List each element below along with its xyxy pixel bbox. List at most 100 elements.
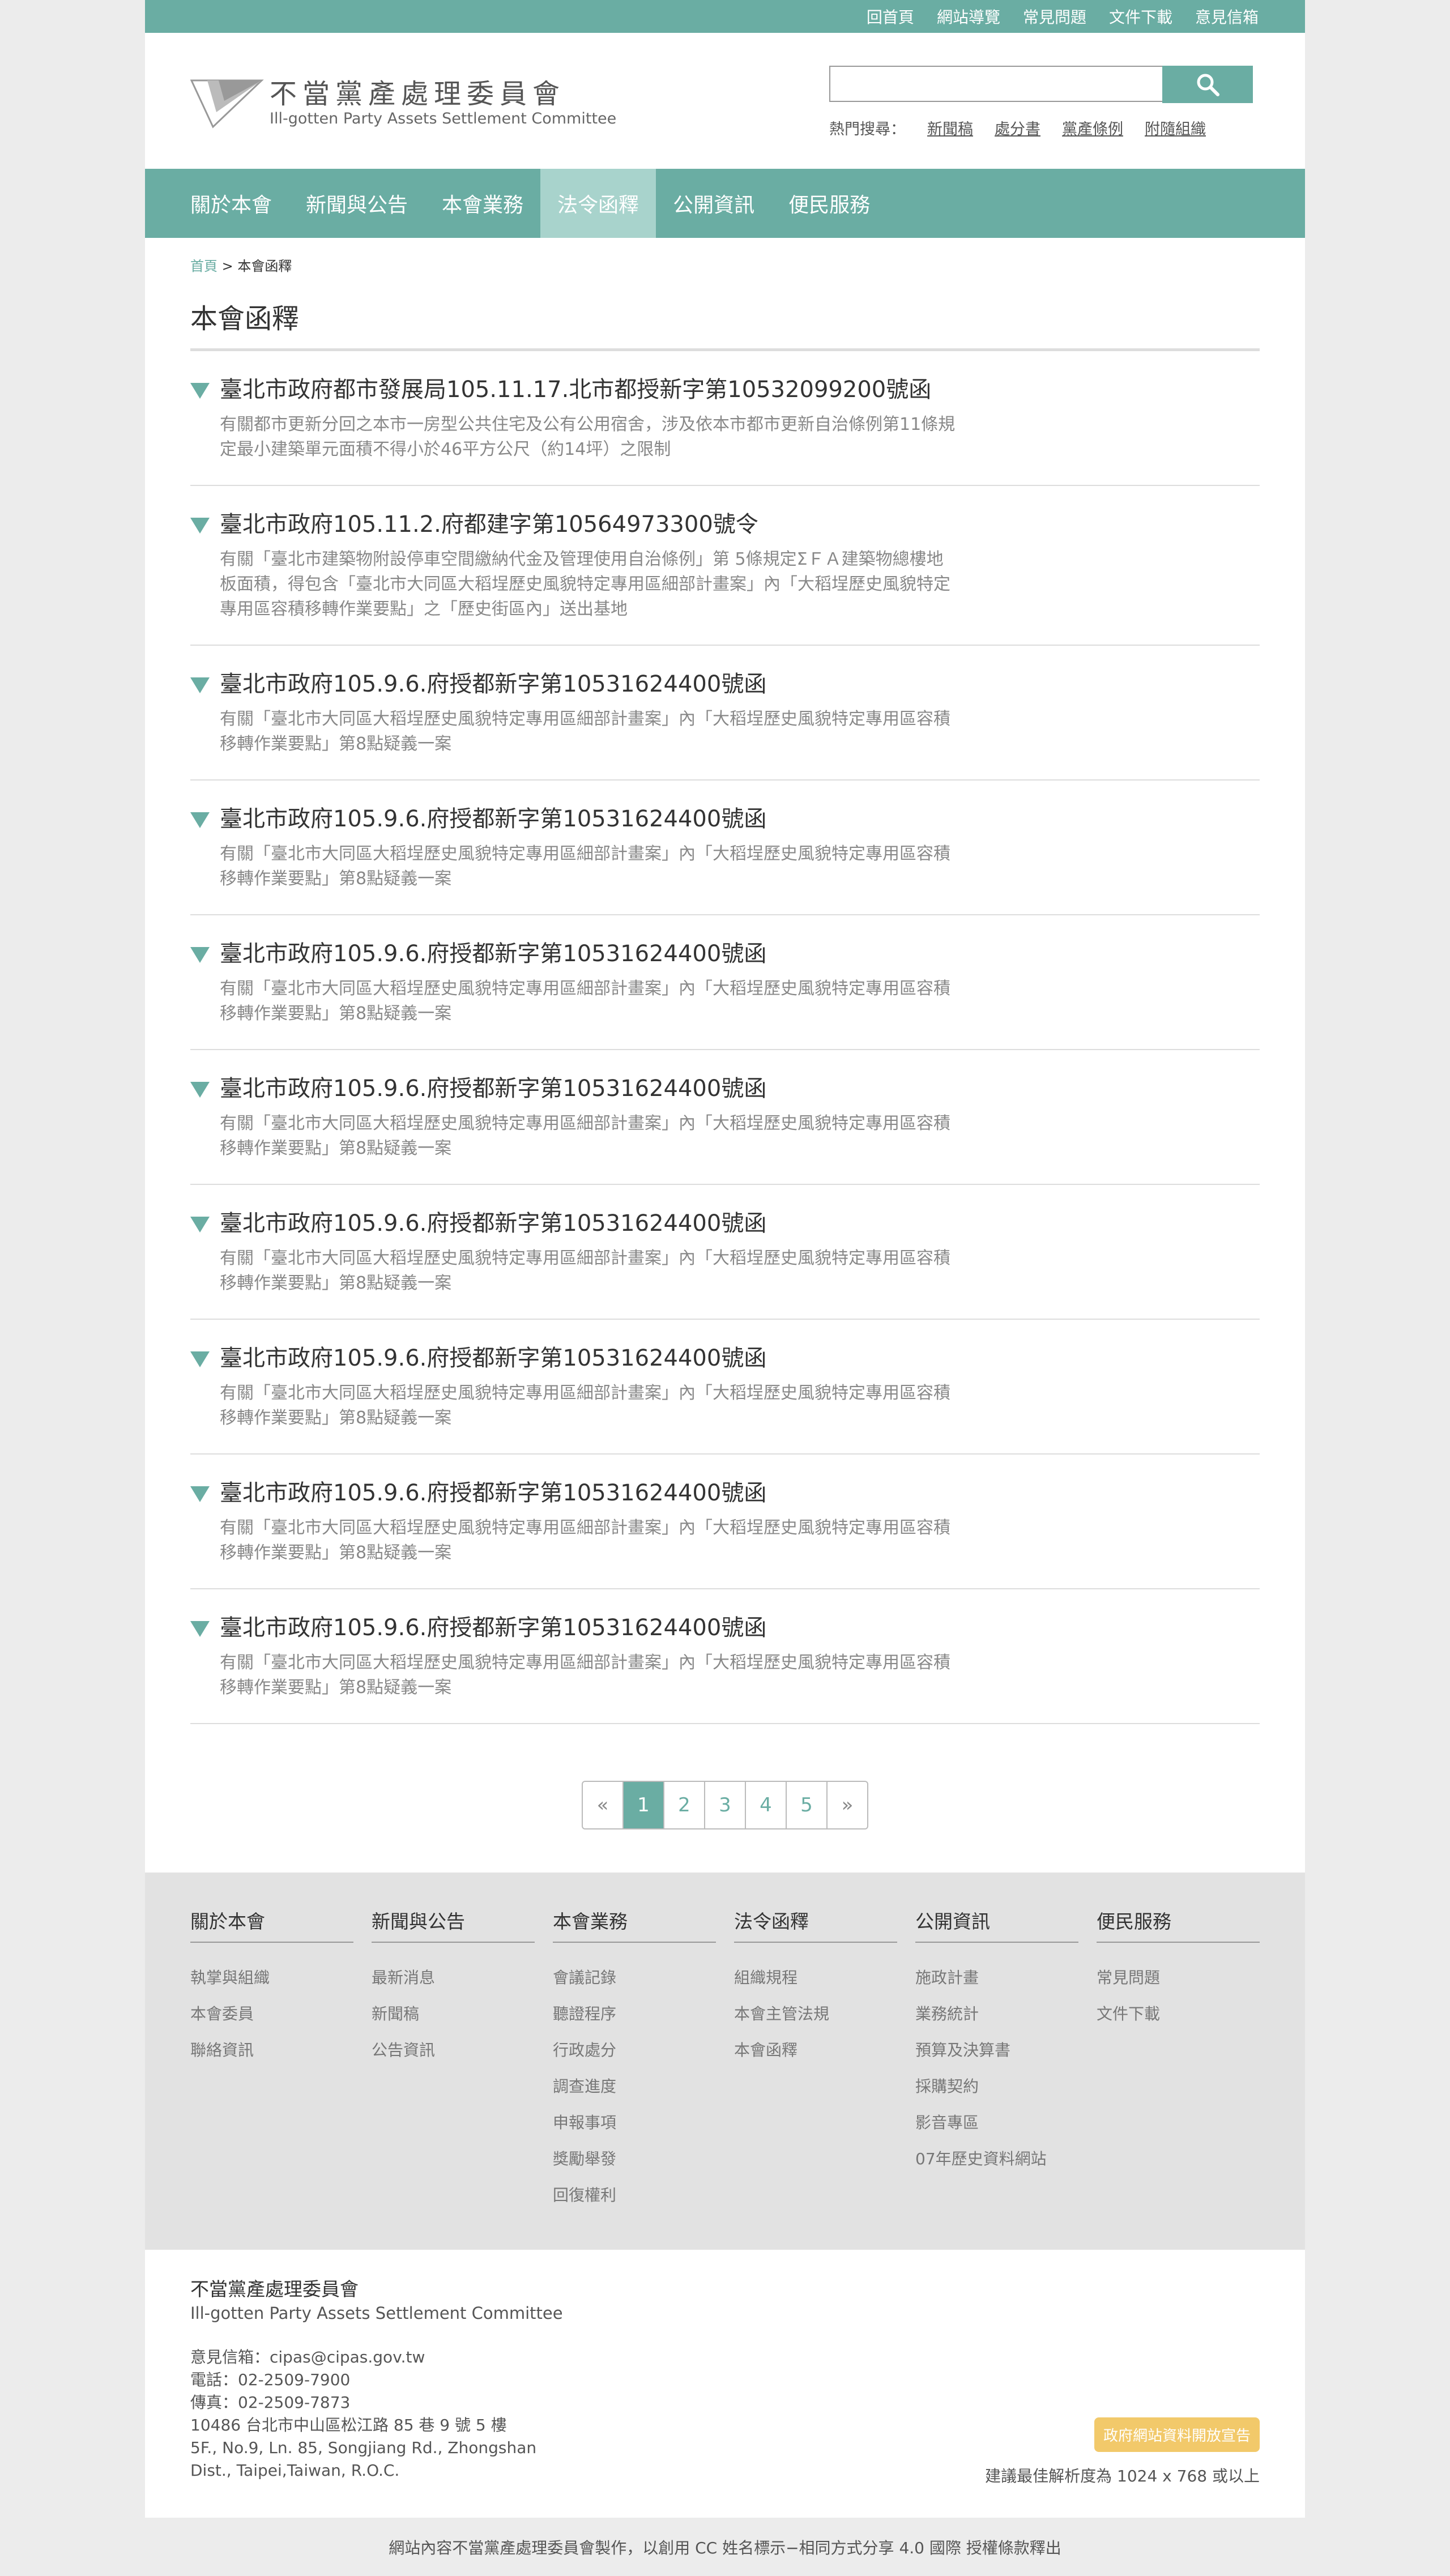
footer-contact-email: 意見信箱：cipas@cipas.gov.tw bbox=[190, 2348, 425, 2366]
logo-name-cn: 不當黨產處理委員會 bbox=[270, 78, 566, 110]
top-link-sitemap[interactable]: 網站導覽 bbox=[937, 5, 1000, 28]
sitemap-link[interactable]: 最新消息 bbox=[372, 1960, 535, 1996]
list-item-description: 有關「臺北市建築物附設停車空間繳納代金及管理使用自治條例」第 5條規定ΣＦＡ建築… bbox=[220, 549, 950, 619]
list-item-title[interactable]: 臺北市政府105.9.6.府授都新字第10531624400號函 bbox=[220, 938, 1260, 970]
sitemap-link[interactable]: 獎勵舉發 bbox=[553, 2141, 716, 2177]
sitemap-link[interactable]: 施政計畫 bbox=[915, 1960, 1078, 1996]
sitemap-link[interactable]: 文件下載 bbox=[1097, 1996, 1260, 2032]
hot-search-link[interactable]: 處分書 bbox=[995, 117, 1040, 139]
interpretation-list: 臺北市政府都市發展局105.11.17.北市都授新字第10532099200號函… bbox=[190, 351, 1260, 1724]
list-item-title[interactable]: 臺北市政府105.9.6.府授都新字第10531624400號函 bbox=[220, 1208, 1260, 1239]
list-item-description: 有關「臺北市大同區大稻埕歷史風貌特定專用區細部計畫案」內「大稻埕歷史風貌特定專用… bbox=[220, 1114, 950, 1158]
top-utility-bar: 回首頁 網站導覽 常見問題 文件下載 意見信箱 bbox=[145, 0, 1305, 33]
list-item-description: 有關「臺北市大同區大稻埕歷史風貌特定專用區細部計畫案」內「大稻埕歷史風貌特定專用… bbox=[220, 844, 950, 889]
page-title: 本會函釋 bbox=[190, 296, 1260, 351]
footer-contact-phone: 電話：02-2509-7900 bbox=[190, 2370, 351, 2389]
list-item-title[interactable]: 臺北市政府105.11.2.府都建字第10564973300號令 bbox=[220, 509, 1260, 540]
breadcrumb: 首頁 > 本會函釋 bbox=[190, 255, 1260, 275]
pagination-prev[interactable]: « bbox=[583, 1782, 624, 1828]
nav-item-business[interactable]: 本會業務 bbox=[425, 169, 540, 238]
hot-search: 熱門搜尋： 新聞稿 處分書 黨產條例 附隨組織 bbox=[829, 117, 1206, 139]
footer-org-name-en: Ill-gotten Party Assets Settlement Commi… bbox=[190, 2304, 563, 2323]
triangle-bullet-icon bbox=[190, 1621, 210, 1637]
sitemap-link[interactable]: 會議記錄 bbox=[553, 1960, 716, 1996]
sitemap-link[interactable]: 常見問題 bbox=[1097, 1960, 1260, 1996]
list-item: 臺北市政府105.9.6.府授都新字第10531624400號函 有關「臺北市大同… bbox=[190, 1185, 1260, 1320]
triangle-bullet-icon bbox=[190, 947, 210, 963]
hot-search-link[interactable]: 附隨組織 bbox=[1145, 117, 1206, 139]
sitemap-link[interactable]: 業務統計 bbox=[915, 1996, 1078, 2032]
pagination-next[interactable]: » bbox=[828, 1782, 867, 1828]
site-logo[interactable]: 不當黨產處理委員會 Ill-gotten Party Assets Settle… bbox=[190, 78, 616, 129]
pagination: « 1 2 3 4 5 » bbox=[190, 1781, 1260, 1829]
hot-search-link[interactable]: 新聞稿 bbox=[927, 117, 973, 139]
sitemap-link[interactable]: 執掌與組織 bbox=[190, 1960, 353, 1996]
list-item-description: 有關「臺北市大同區大稻埕歷史風貌特定專用區細部計畫案」內「大稻埕歷史風貌特定專用… bbox=[220, 1518, 950, 1563]
logo-triangle-icon bbox=[190, 79, 264, 129]
sitemap-link[interactable]: 申報事項 bbox=[553, 2105, 716, 2141]
nav-item-services[interactable]: 便民服務 bbox=[771, 169, 887, 238]
list-item-title[interactable]: 臺北市政府105.9.6.府授都新字第10531624400號函 bbox=[220, 1612, 1260, 1644]
search-button[interactable] bbox=[1162, 66, 1253, 103]
footer-contact: 意見信箱：cipas@cipas.gov.tw 電話：02-2509-7900 … bbox=[190, 2346, 1260, 2482]
sitemap-link[interactable]: 回復權利 bbox=[553, 2177, 716, 2214]
sitemap-link[interactable]: 本會主管法規 bbox=[734, 1996, 897, 2032]
sitemap-link[interactable]: 組織規程 bbox=[734, 1960, 897, 1996]
open-data-badge[interactable]: 政府網站資料開放宣告 bbox=[1094, 2417, 1260, 2452]
sitemap-link[interactable]: 採購契約 bbox=[915, 2069, 1078, 2105]
list-item-title[interactable]: 臺北市政府105.9.6.府授都新字第10531624400號函 bbox=[220, 803, 1260, 835]
list-item-description: 有關「臺北市大同區大稻埕歷史風貌特定專用區細部計畫案」內「大稻埕歷史風貌特定專用… bbox=[220, 1383, 950, 1428]
list-item-title[interactable]: 臺北市政府105.9.6.府授都新字第10531624400號函 bbox=[220, 1477, 1260, 1509]
sitemap-link[interactable]: 新聞稿 bbox=[372, 1996, 535, 2032]
list-item-title[interactable]: 臺北市政府105.9.6.府授都新字第10531624400號函 bbox=[220, 1073, 1260, 1104]
sitemap-column: 公開資訊施政計畫 業務統計 預算及決算書 採購契約 影音專區 07年歷史資料網站 bbox=[915, 1907, 1078, 2250]
sitemap-link[interactable]: 預算及決算書 bbox=[915, 2032, 1078, 2069]
pagination-page[interactable]: 3 bbox=[705, 1782, 746, 1828]
breadcrumb-current: 本會函釋 bbox=[237, 258, 292, 274]
sitemap-column: 關於本會執掌與組織 本會委員 聯絡資訊 bbox=[190, 1907, 353, 2250]
list-item: 臺北市政府105.9.6.府授都新字第10531624400號函 有關「臺北市大同… bbox=[190, 646, 1260, 781]
pagination-page[interactable]: 2 bbox=[664, 1782, 705, 1828]
nav-item-regulations[interactable]: 法令函釋 bbox=[540, 169, 656, 238]
nav-item-public-info[interactable]: 公開資訊 bbox=[656, 169, 771, 238]
top-link-home[interactable]: 回首頁 bbox=[867, 5, 914, 28]
sitemap-link[interactable]: 聯絡資訊 bbox=[190, 2032, 353, 2069]
pagination-page[interactable]: 1 bbox=[624, 1782, 664, 1828]
sitemap-link[interactable]: 本會函釋 bbox=[734, 2032, 897, 2069]
list-item-title[interactable]: 臺北市政府105.9.6.府授都新字第10531624400號函 bbox=[220, 668, 1260, 700]
nav-item-news[interactable]: 新聞與公告 bbox=[289, 169, 425, 238]
triangle-bullet-icon bbox=[190, 1486, 210, 1502]
list-item-description: 有關「臺北市大同區大稻埕歷史風貌特定專用區細部計畫案」內「大稻埕歷史風貌特定專用… bbox=[220, 1653, 950, 1698]
sitemap-link[interactable]: 本會委員 bbox=[190, 1996, 353, 2032]
sitemap-link[interactable]: 影音專區 bbox=[915, 2105, 1078, 2141]
sitemap-link[interactable]: 07年歷史資料網站 bbox=[915, 2141, 1078, 2177]
nav-item-about[interactable]: 關於本會 bbox=[190, 169, 289, 238]
sitemap-heading: 本會業務 bbox=[553, 1907, 716, 1943]
top-link-faq[interactable]: 常見問題 bbox=[1023, 5, 1086, 28]
pagination-page[interactable]: 5 bbox=[787, 1782, 828, 1828]
sitemap-heading: 公開資訊 bbox=[915, 1907, 1078, 1943]
sitemap-link[interactable]: 聽證程序 bbox=[553, 1996, 716, 2032]
list-item: 臺北市政府105.9.6.府授都新字第10531624400號函有關「臺北市大同… bbox=[190, 1589, 1260, 1724]
search-input[interactable] bbox=[829, 66, 1163, 102]
sitemap-link[interactable]: 行政處分 bbox=[553, 2032, 716, 2069]
list-item: 臺北市政府都市發展局105.11.17.北市都授新字第10532099200號函… bbox=[190, 351, 1260, 486]
triangle-bullet-icon bbox=[190, 1082, 210, 1098]
footer-info: 不當黨產處理委員會 Ill-gotten Party Assets Settle… bbox=[190, 2277, 1260, 2485]
sitemap-link[interactable]: 調查進度 bbox=[553, 2069, 716, 2105]
list-item-title[interactable]: 臺北市政府都市發展局105.11.17.北市都授新字第10532099200號函 bbox=[220, 374, 1260, 406]
triangle-bullet-icon bbox=[190, 1351, 210, 1367]
footer-contact-fax: 傳真：02-2509-7873 bbox=[190, 2393, 351, 2412]
breadcrumb-home[interactable]: 首頁 bbox=[190, 258, 218, 274]
search-box bbox=[829, 66, 1253, 103]
list-item-title[interactable]: 臺北市政府105.9.6.府授都新字第10531624400號函 bbox=[220, 1342, 1260, 1374]
hot-search-link[interactable]: 黨產條例 bbox=[1062, 117, 1123, 139]
top-link-feedback[interactable]: 意見信箱 bbox=[1195, 5, 1259, 28]
top-link-downloads[interactable]: 文件下載 bbox=[1109, 5, 1172, 28]
sitemap-link[interactable]: 公告資訊 bbox=[372, 2032, 535, 2069]
list-item: 臺北市政府105.11.2.府都建字第10564973300號令有關「臺北市建築… bbox=[190, 486, 1260, 646]
sitemap-heading: 關於本會 bbox=[190, 1907, 353, 1943]
sitemap-column: 新聞與公告 最新消息 新聞稿 公告資訊 bbox=[372, 1907, 535, 2250]
list-item: 臺北市政府105.9.6.府授都新字第10531624400號函有關「臺北市大同… bbox=[190, 1320, 1260, 1455]
pagination-page[interactable]: 4 bbox=[746, 1782, 787, 1828]
